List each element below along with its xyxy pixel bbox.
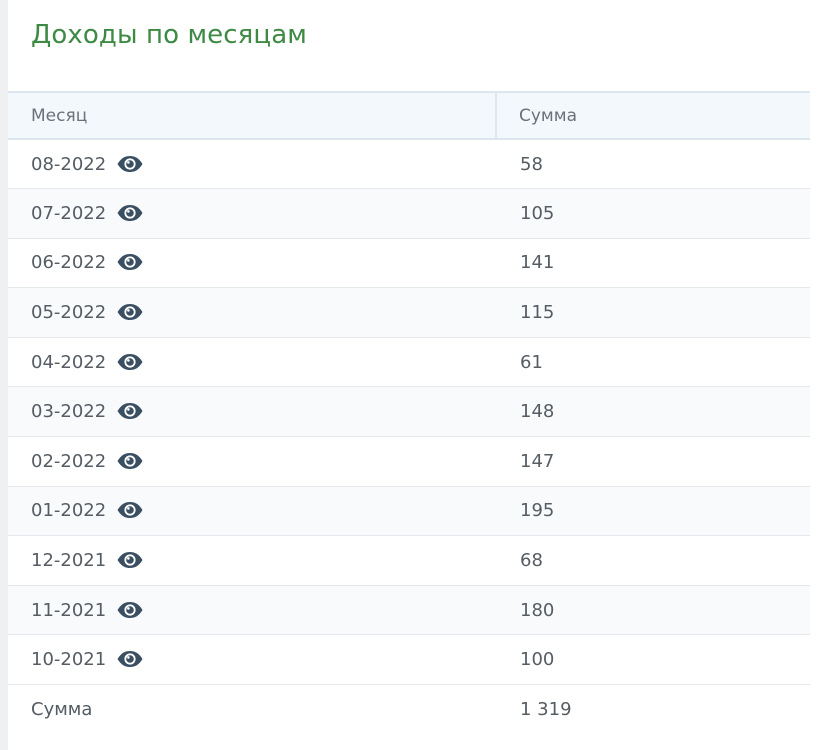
month-cell: 08-2022 (8, 139, 496, 190)
sum-cell: 148 (496, 386, 810, 438)
month-cell: 04-2022 (8, 337, 496, 388)
eye-icon[interactable] (116, 303, 144, 321)
sum-cell: 147 (496, 436, 810, 487)
month-label: 08-2022 (31, 153, 107, 175)
month-cell: 07-2022 (8, 188, 496, 239)
month-cell: 03-2022 (8, 386, 496, 438)
eye-icon[interactable] (116, 452, 144, 470)
page-title: Доходы по месяцам (31, 20, 307, 50)
table-body: 08-2022 58 07-2022 105 06-2022 141 05-2022 115 0… (8, 139, 810, 686)
table-row: 05-2022 115 (8, 287, 810, 338)
eye-icon[interactable] (116, 253, 144, 271)
income-panel: Доходы по месяцам Месяц Сумма 08-2022 58 0… (0, 0, 810, 750)
eye-icon[interactable] (116, 402, 144, 420)
table-row: 10-2021 100 (8, 634, 810, 686)
eye-icon[interactable] (116, 601, 144, 619)
month-label: 01-2022 (31, 500, 107, 522)
table-row: 07-2022 105 (8, 188, 810, 239)
table-row: 03-2022 148 (8, 386, 810, 438)
eye-icon[interactable] (116, 650, 144, 668)
sum-cell: 61 (496, 337, 810, 388)
month-label: 10-2021 (31, 649, 107, 671)
column-header-month[interactable]: Месяц (8, 91, 497, 140)
table-row: 08-2022 58 (8, 139, 810, 190)
month-label: 03-2022 (31, 401, 107, 423)
month-label: 11-2021 (31, 599, 107, 621)
table-row: 12-2021 68 (8, 535, 810, 586)
income-table: Месяц Сумма 08-2022 58 07-2022 105 06-2022 14… (8, 91, 810, 734)
eye-icon[interactable] (116, 155, 144, 173)
month-cell: 01-2022 (8, 486, 496, 537)
month-cell: 06-2022 (8, 238, 496, 289)
table-row: 06-2022 141 (8, 238, 810, 289)
sum-cell: 180 (496, 585, 810, 636)
total-row: Сумма 1 319 (8, 685, 810, 734)
table-row: 01-2022 195 (8, 486, 810, 537)
table-row: 11-2021 180 (8, 585, 810, 636)
month-label: 02-2022 (31, 450, 107, 472)
table-header: Месяц Сумма (8, 91, 810, 140)
header-row: Месяц Сумма (8, 91, 810, 140)
table-row: 04-2022 61 (8, 337, 810, 388)
month-label: 06-2022 (31, 252, 107, 274)
month-label: 04-2022 (31, 351, 107, 373)
sum-cell: 195 (496, 486, 810, 537)
eye-icon[interactable] (116, 501, 144, 519)
sum-cell: 141 (496, 238, 810, 289)
sum-cell: 115 (496, 287, 810, 338)
total-value: 1 319 (520, 698, 572, 720)
month-cell: 10-2021 (8, 634, 496, 686)
sum-cell: 105 (496, 188, 810, 239)
table-footer: Сумма 1 319 (8, 685, 810, 734)
month-cell: 02-2022 (8, 436, 496, 487)
sum-cell: 58 (496, 139, 810, 190)
month-label: 07-2022 (31, 202, 107, 224)
month-label: 12-2021 (31, 550, 107, 572)
month-cell: 05-2022 (8, 287, 496, 338)
total-label: Сумма (31, 698, 93, 720)
month-cell: 12-2021 (8, 535, 496, 586)
column-header-sum[interactable]: Сумма (496, 91, 810, 140)
sum-cell: 100 (496, 634, 810, 686)
month-cell: 11-2021 (8, 585, 496, 636)
table-row: 02-2022 147 (8, 436, 810, 487)
eye-icon[interactable] (116, 204, 144, 222)
sum-cell: 68 (496, 535, 810, 586)
eye-icon[interactable] (116, 353, 144, 371)
eye-icon[interactable] (116, 551, 144, 569)
month-label: 05-2022 (31, 302, 107, 324)
